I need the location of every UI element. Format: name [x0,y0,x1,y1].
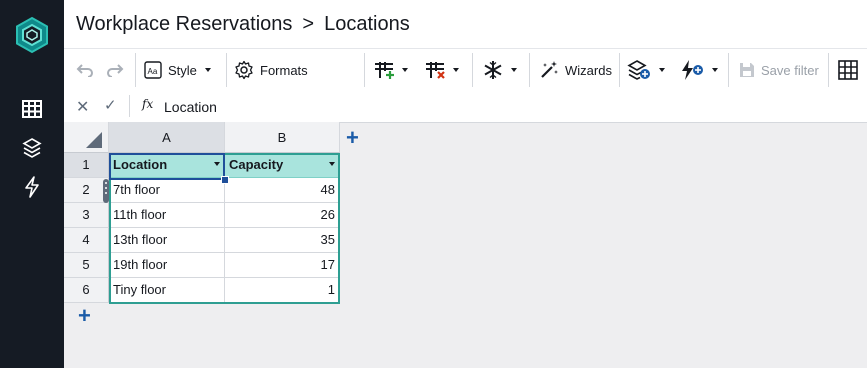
toolbar-divider [529,53,530,87]
remove-column-button[interactable] [425,49,459,91]
toolbar-divider [619,53,620,87]
toolbar: Aa Style Formats Wizards Save filter [64,48,867,92]
formats-label: Formats [260,62,308,78]
undo-button[interactable] [76,49,94,91]
filter-dropdown-icon[interactable] [214,162,220,166]
redo-icon [107,64,124,77]
chevron-down-icon [712,68,718,72]
style-icon: Aa [144,61,162,79]
redo-button[interactable] [106,49,124,91]
toolbar-divider [135,53,136,87]
table-cell[interactable]: 7th floor [109,178,225,203]
wizards-button[interactable]: Wizards [539,49,612,91]
breadcrumb-separator: > [302,13,315,35]
table-cell[interactable]: Tiny floor [109,278,225,303]
breadcrumb-current: Locations [324,13,410,35]
column-header-a[interactable]: A [109,122,225,153]
grid-icon[interactable] [19,96,45,122]
row-drag-handle[interactable] [103,179,109,203]
toolbar-divider [226,53,227,87]
wand-icon [541,61,558,78]
add-layer-icon [627,60,650,80]
breadcrumb-parent[interactable]: Workplace Reservations [76,13,292,35]
chevron-down-icon [511,68,517,72]
chevron-down-icon [659,68,665,72]
table-cell[interactable]: 19th floor [109,253,225,278]
table-cell[interactable]: 17 [225,253,340,278]
add-action-icon [682,60,703,80]
add-layer-button[interactable] [627,49,665,91]
table-header-label: Capacity [229,157,284,172]
gear-icon [235,60,253,80]
add-row-plus-icon[interactable]: + [78,305,91,327]
logo-icon[interactable] [14,16,50,54]
svg-text:Aa: Aa [148,67,158,76]
remove-column-icon [426,62,445,79]
sidebar [0,0,64,368]
save-filter-button[interactable]: Save filter [739,49,819,91]
style-label: Style [168,62,197,78]
table-grid-button[interactable] [838,49,858,91]
row-header[interactable]: 6 [64,278,109,303]
fill-handle[interactable] [221,176,229,184]
check-icon[interactable]: ✓ [104,96,117,114]
toolbar-divider [364,53,365,87]
table-header-label: Location [113,157,168,172]
style-button[interactable]: Aa Style [144,49,211,91]
snowflake-icon [484,61,502,79]
chevron-down-icon [453,68,459,72]
breadcrumb: Workplace Reservations > Locations [76,12,410,36]
add-column-icon [375,62,394,79]
add-action-button[interactable] [680,49,718,91]
chevron-down-icon [204,68,211,72]
table-cell[interactable]: 13th floor [109,228,225,253]
row-header[interactable]: 4 [64,228,109,253]
filter-dropdown-icon[interactable] [329,162,335,166]
formula-divider [129,95,130,117]
add-column-plus-icon[interactable]: + [346,127,359,149]
save-icon [740,63,754,77]
undo-icon [76,64,93,77]
formats-button[interactable]: Formats [234,49,308,91]
save-filter-label: Save filter [761,62,819,78]
toolbar-divider [472,53,473,87]
table-cell[interactable]: 35 [225,228,340,253]
add-column-button[interactable] [374,49,408,91]
layers-icon[interactable] [19,135,45,161]
table-cell[interactable]: 11th floor [109,203,225,228]
table-header-cell[interactable]: Location [109,153,225,178]
select-all-corner[interactable] [64,122,109,153]
table-cell[interactable]: 48 [225,178,340,203]
lightning-icon[interactable] [19,174,45,200]
close-icon[interactable]: ✕ [76,97,89,117]
row-header[interactable]: 1 [64,153,109,178]
page-header: Workplace Reservations > Locations [64,0,867,48]
toolbar-divider [828,53,829,87]
formula-input[interactable]: Location [164,99,217,115]
table-cell[interactable]: 1 [225,278,340,303]
table-header-cell[interactable]: Capacity [225,153,340,178]
fx-icon: fx [142,97,154,111]
table-cell[interactable]: 26 [225,203,340,228]
row-header[interactable]: 5 [64,253,109,278]
toolbar-divider [728,53,729,87]
table-grid-icon [838,60,858,80]
row-header[interactable]: 3 [64,203,109,228]
freeze-button[interactable] [483,49,517,91]
wizards-label: Wizards [565,62,612,78]
formula-bar: ✕ ✓ fx Location [64,91,867,123]
chevron-down-icon [402,68,408,72]
column-header-b[interactable]: B [225,122,340,153]
